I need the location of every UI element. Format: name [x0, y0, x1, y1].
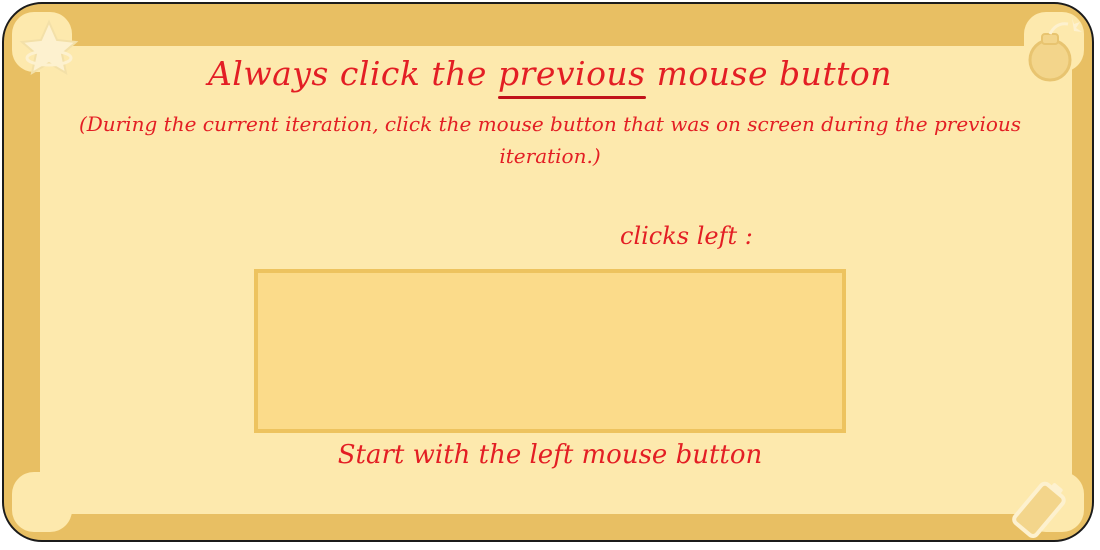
title-text-after: mouse button	[645, 54, 893, 93]
instruction-subtitle: (During the current iteration, click the…	[78, 112, 1022, 168]
click-area[interactable]	[254, 269, 846, 433]
start-hint: Start with the left mouse button	[337, 440, 763, 470]
clicks-left-label: clicks left :	[620, 222, 753, 250]
game-screen: Always click the previous mouse button (…	[0, 0, 1100, 550]
battery-icon	[1012, 481, 1066, 538]
title-text-before: Always click the	[207, 54, 498, 93]
instruction-title: Always click the previous mouse button	[0, 54, 1100, 99]
corner-bottom-left	[12, 472, 72, 532]
title-emphasis: previous	[497, 54, 646, 99]
